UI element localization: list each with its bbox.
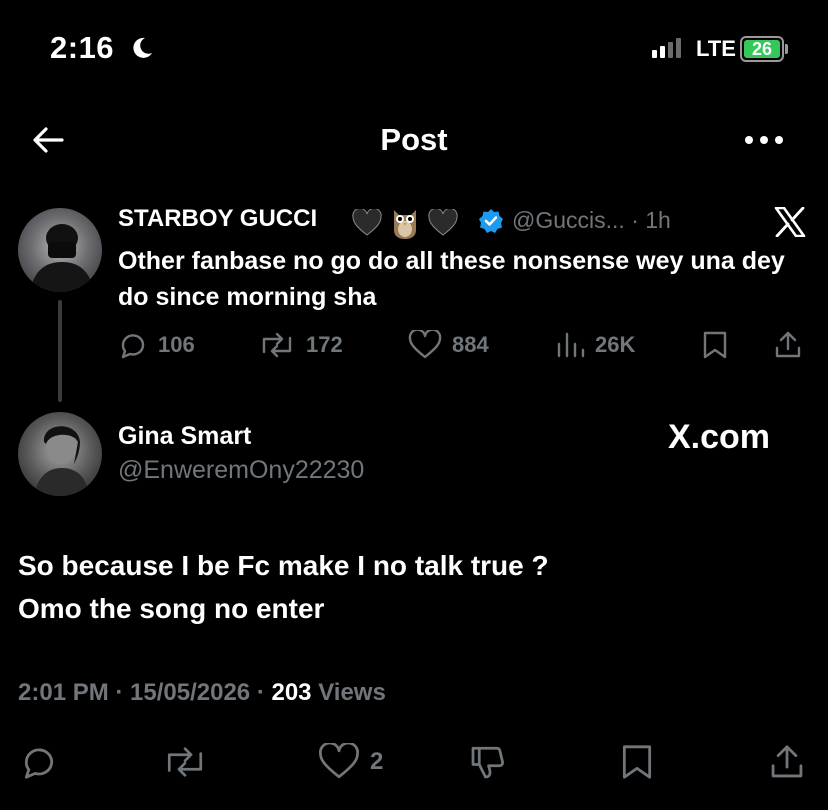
like-button[interactable]: 2 [318,742,383,782]
post-age: · 1h [631,207,671,233]
reply-icon [121,334,145,359]
heart-icon [319,743,359,779]
verified-badge-icon [478,208,504,234]
repost-button[interactable] [162,742,208,782]
site-watermark: X.com [668,418,771,456]
avatar[interactable] [18,208,102,292]
bookmark-icon [622,745,652,779]
status-time: 2:16 [50,30,115,65]
owl-icon [394,210,416,239]
network-type: LTE [696,36,736,61]
repost-count: 172 [306,332,343,357]
reply-button[interactable] [20,742,58,782]
handle-text: @Guccis... [512,207,625,233]
black-heart-icon [352,209,382,236]
reply-author-name[interactable]: Gina Smart [118,422,251,451]
name-emojis [352,206,458,240]
dislike-button[interactable] [468,742,508,782]
like-count: 884 [452,332,489,357]
views-count: 26K [595,332,636,357]
reply-icon [24,748,54,779]
battery-nub [785,44,788,54]
repost-icon [167,747,203,777]
share-icon [775,331,801,358]
battery-icon: 26 [740,36,784,62]
black-heart-icon [428,209,458,236]
thread-line [58,300,62,402]
signal-icon [652,38,681,58]
like-button[interactable]: 884 [408,330,489,360]
bookmark-button[interactable] [620,742,654,782]
like-count: 2 [370,748,384,775]
battery-level: 26 [751,39,773,59]
quoted-post-text: Other fanbase no go do all these nonsens… [118,247,785,311]
author-handle[interactable]: @Guccis... · 1h [512,207,671,234]
repost-button[interactable]: 172 [258,330,343,360]
more-options-icon[interactable] [744,135,784,145]
post-timestamp: 2:01 PM · 15/05/2026 · [18,679,272,706]
bookmark-icon [703,331,727,359]
reply-text-line: Omo the song no enter [18,593,325,624]
views-icon [557,332,585,358]
page-title: Post [380,122,448,157]
thumbs-down-icon [471,746,504,779]
post-meta: 2:01 PM · 15/05/2026 · 203 Views [18,679,386,707]
x-logo-icon [774,207,806,237]
heart-icon [408,330,442,359]
views-button[interactable]: 26K [555,330,635,360]
share-button[interactable] [773,330,803,360]
reply-author-handle[interactable]: @EnweremOny22230 [118,456,364,485]
moon-icon [130,36,154,60]
reply-text-line: So because I be Fc make I no talk true ? [18,550,549,581]
bookmark-button[interactable] [702,330,728,360]
avatar[interactable] [18,412,102,496]
reply-button[interactable]: 106 [118,330,195,360]
repost-icon [262,332,292,358]
share-icon [771,745,803,778]
post-views-count: 203 [271,679,312,706]
share-button[interactable] [768,742,806,782]
author-name[interactable]: STARBOY GUCCI [118,205,317,233]
post-views-label: Views [311,679,386,706]
reply-count: 106 [158,332,195,357]
reply-body: So because I be Fc make I no talk true ?… [18,544,798,630]
